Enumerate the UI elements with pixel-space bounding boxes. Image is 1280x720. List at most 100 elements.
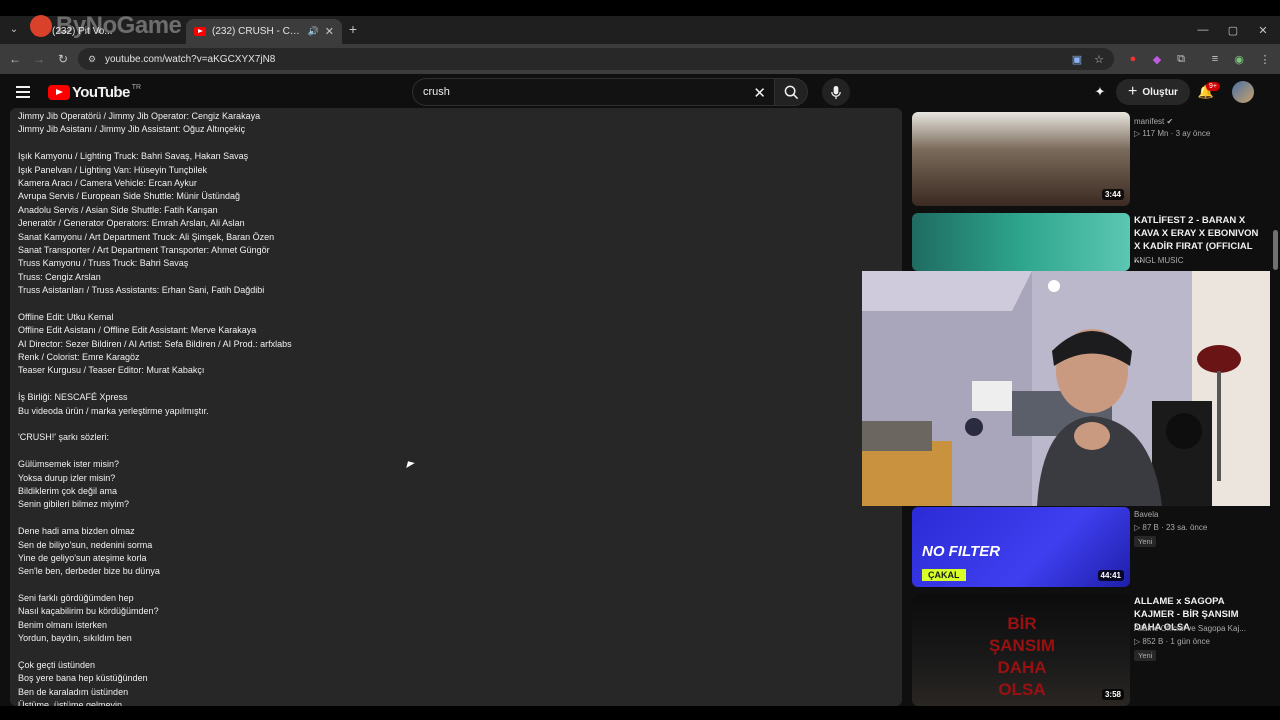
description-line: İş Birliği: NESCAFÉ Xpress [18,392,128,403]
extension-red-icon[interactable]: ● [1124,50,1142,68]
extension-purple-icon[interactable]: ◆ [1148,50,1166,68]
description-line: Seni farklı gördüğümden hep [18,593,134,604]
description-blank-line [18,646,894,659]
channel-name: Allame Official ve Sagopa Kaj... [1134,624,1246,633]
video-thumbnail[interactable]: BİR ŞANSIM DAHA OLSA 3:58 [912,595,1130,706]
back-arrow-icon[interactable]: ← [6,50,24,68]
maximize-button[interactable]: ▢ [1218,16,1248,44]
video-thumbnail[interactable]: 3:44 [912,112,1130,206]
video-stats: ▷ 117 Mn · 3 ay önce [1134,129,1211,138]
tab-close-icon[interactable]: ✕ [325,25,334,38]
channel-name: Bavela [1134,510,1159,519]
browser-tab-strip: ⌄ (232) Pit Vo... (232) CRUSH - CRUSH! |… [0,16,1280,44]
description-blank-line [18,445,894,458]
youtube-header: YouTube TR crush ✕ ✦ + Oluştur 🔔 9+ [0,74,1280,112]
clear-search-icon[interactable]: ✕ [753,84,766,102]
video-stats: ▷ 87 B · 23 sa. önce [1134,523,1208,532]
sparkle-icon[interactable]: ✦ [1090,82,1110,102]
translate-icon[interactable]: ▣ [1068,50,1086,68]
plus-icon: + [1128,83,1138,100]
description-line: Senin gibileri bilmez miyim? [18,499,130,510]
recommended-video[interactable]: NO FILTER ÇAKAL 44:41 Bavela ▷ 87 B · 23… [912,505,1272,591]
site-info-icon[interactable]: ⚙ [86,53,98,65]
youtube-wordmark: YouTube [72,84,130,101]
browser-tab-active[interactable]: (232) CRUSH - CRUSH! | Offi 🔊 ✕ [186,19,342,44]
user-avatar[interactable] [1232,81,1254,103]
new-badge: Yeni [1134,536,1157,547]
description-line: Sanat Transporter / Art Department Trans… [18,244,270,255]
hamburger-menu-icon[interactable] [16,86,30,98]
description-line: Kamera Aracı / Camera Vehicle: Ercan Ayk… [18,177,197,188]
description-line: Renk / Colorist: Emre Karagöz [18,352,140,363]
channel-name: manifest ✔ [1134,117,1174,126]
new-tab-button[interactable]: + [346,20,360,38]
youtube-favicon-icon [194,27,206,36]
thumbnail-text: BİR ŞANSIM DAHA OLSA [988,614,1056,699]
address-bar[interactable]: ⚙ youtube.com/watch?v=aKGCXYX7jN8 [78,48,1114,70]
description-line: Gülümsemek ister misin? [18,459,120,470]
description-line: Jimmy Jib Asistanı / Jimmy Jib Assistant… [18,124,246,135]
extensions-puzzle-icon[interactable]: ⧉ [1172,50,1190,68]
reload-icon[interactable]: ↻ [54,50,72,68]
description-line: Işık Kamyonu / Lighting Truck: Bahri Sav… [18,151,249,162]
window-close-button[interactable]: ✕ [1248,16,1278,44]
description-line: Sanat Kamyonu / Art Department Truck: Al… [18,231,275,242]
video-thumbnail[interactable] [912,213,1130,271]
bookmark-star-icon[interactable]: ☆ [1090,50,1108,68]
description-blank-line [18,418,894,431]
top-black-bar [0,0,1280,16]
channel-name: KNGL MUSIC [1134,256,1184,265]
profile-icon[interactable]: ◉ [1230,50,1248,68]
description-line: Teaser Kurgusu / Teaser Editor: Murat Ka… [18,365,205,376]
watermark-text: ByNoGame [56,12,182,39]
youtube-logo[interactable]: YouTube TR [48,84,141,101]
video-thumbnail[interactable]: NO FILTER ÇAKAL 44:41 [912,507,1130,587]
notification-count-badge: 9+ [1206,82,1220,91]
voice-search-button[interactable] [822,78,850,106]
microphone-icon [831,85,841,99]
description-blank-line [18,297,894,310]
description-line: Işık Panelvan / Lighting Van: Hüseyin Tu… [18,164,207,175]
tab-search-icon[interactable]: ⌄ [6,21,22,37]
media-control-icon[interactable]: ≡ [1206,50,1224,68]
description-line: Bildiklerim çok değil ama [18,485,118,496]
webcam-scene [862,271,1280,506]
browser-menu-icon[interactable]: ⋮ [1256,50,1274,68]
description-blank-line [18,579,894,592]
description-blank-line [18,512,894,525]
description-line: Anadolu Servis / Asian Side Shuttle: Fat… [18,204,218,215]
youtube-play-logo-icon [48,85,70,100]
scrollbar-thumb[interactable] [1273,230,1278,270]
recommended-video[interactable]: BİR ŞANSIM DAHA OLSA 3:58 ALLAME x SAGOP… [912,595,1272,706]
forward-arrow-icon[interactable]: → [30,50,48,68]
description-line: Dene hadi ama bizden olmaz [18,526,135,537]
thumbnail-subtext: ÇAKAL [922,569,966,581]
description-line: Yoksa durup izler misin? [18,472,116,483]
description-line: Sen de biliyo'sun, nedenini sorma [18,539,153,550]
tab-label: (232) CRUSH - CRUSH! | Offi [212,26,304,37]
description-line: Ben de karaladım üstünden [18,686,129,697]
description-line: AI Director: Sezer Bildiren / AI Artist:… [18,338,292,349]
search-button[interactable] [774,78,808,106]
description-line: Jeneratör / Generator Operators: Emrah A… [18,218,245,229]
speaker-icon[interactable]: 🔊 [308,26,319,37]
description-line: Nasıl kaçabilirim bu kördüğümden? [18,606,159,617]
search-icon [784,85,798,99]
recommended-video[interactable]: KATLİFEST 2 - BARAN X KAVA X ERAY X EBON… [912,213,1272,273]
create-button[interactable]: + Oluştur [1116,79,1190,105]
webcam-overlay [862,271,1280,506]
search-input[interactable]: crush ✕ [412,78,774,106]
page-scrollbar[interactable] [1270,112,1280,708]
duration-badge: 3:44 [1101,189,1124,200]
video-description: Jimmy Jib Operatörü / Jimmy Jib Operator… [10,108,902,706]
description-line: Yine de geliyo'sun ateşime korla [18,552,147,563]
description-blank-line [18,378,894,391]
description-line: Truss Kamyonu / Truss Truck: Bahri Savaş [18,258,189,269]
minimize-button[interactable]: — [1188,16,1218,44]
new-badge: Yeni [1134,650,1157,661]
description-blank-line [18,137,894,150]
recommended-video[interactable]: 3:44 manifest ✔ ▷ 117 Mn · 3 ay önce [912,112,1272,208]
verified-icon: ✔ [1166,117,1174,126]
bottom-black-bar [0,706,1280,720]
description-line: Bu videoda ürün / marka yerleştirme yapı… [18,405,209,416]
